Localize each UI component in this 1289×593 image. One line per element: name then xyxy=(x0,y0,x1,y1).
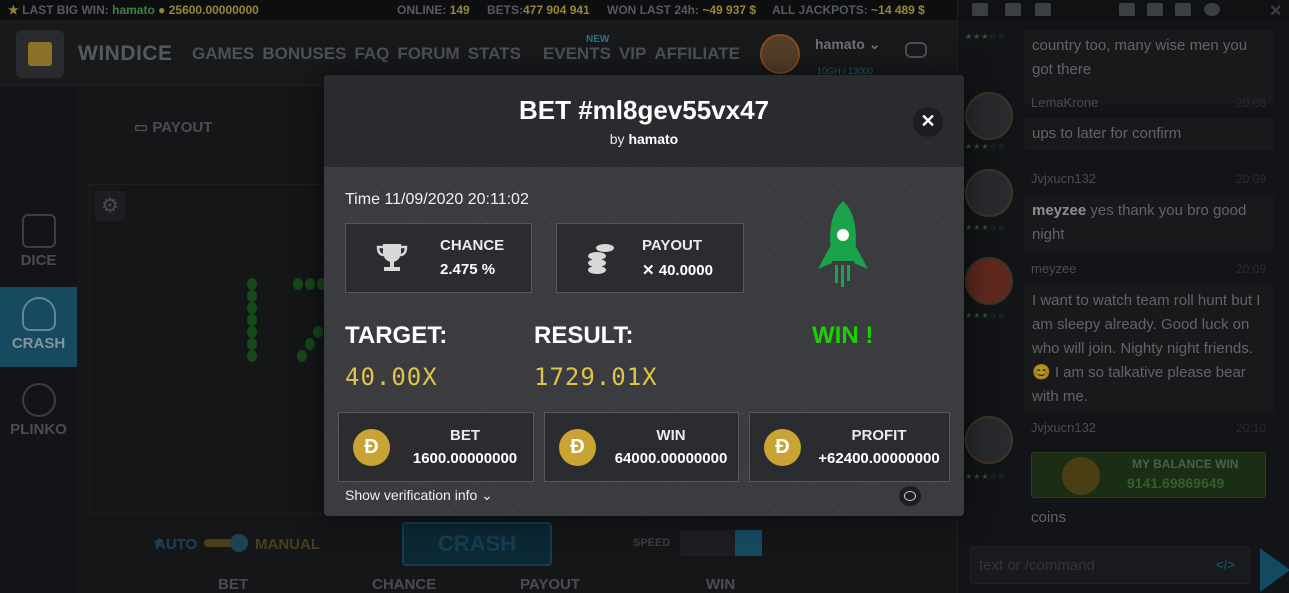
outcome-label: WIN ! xyxy=(812,322,874,349)
by-label: by xyxy=(609,131,625,147)
chance-box: CHANCE 2.475 % xyxy=(345,223,532,293)
payout-value: ✕ 40.0000 xyxy=(642,262,713,279)
bet-details-modal: BET #ml8gev55vx47 by hamato ✕ Time 11/09… xyxy=(324,75,964,516)
target-label: TARGET: xyxy=(345,322,448,349)
close-button[interactable]: ✕ xyxy=(913,107,943,137)
modal-title: BET #ml8gev55vx47 xyxy=(518,95,770,125)
payout-label: PAYOUT xyxy=(642,237,703,254)
chance-label: CHANCE xyxy=(440,237,505,254)
profit-amount-box: Đ PROFIT +62400.00000000 xyxy=(749,412,950,482)
profit-amount-label: PROFIT xyxy=(851,427,907,444)
bet-amount-label: BET xyxy=(450,427,480,444)
target-value: 40.00X xyxy=(345,363,438,391)
share-chat-icon[interactable] xyxy=(899,486,921,506)
trophy-icon xyxy=(376,244,408,271)
payout-box: PAYOUT ✕ 40.0000 xyxy=(556,223,744,293)
win-amount-value: 64000.00000000 xyxy=(614,450,728,467)
profit-amount-value: +62400.00000000 xyxy=(818,450,940,467)
dogecoin-icon: Đ xyxy=(353,429,390,466)
dogecoin-icon: Đ xyxy=(764,429,801,466)
dogecoin-icon: Đ xyxy=(559,429,596,466)
modal-subtitle: by hamato xyxy=(324,131,964,147)
result-value: 1729.01X xyxy=(534,363,658,391)
bet-time: Time 11/09/2020 20:11:02 xyxy=(345,191,529,208)
win-amount-box: Đ WIN 64000.00000000 xyxy=(544,412,739,482)
win-amount-label: WIN xyxy=(656,427,686,444)
result-label: RESULT: xyxy=(534,322,634,349)
show-verification-link[interactable]: Show verification info ⌄ xyxy=(345,487,493,504)
chance-value: 2.475 % xyxy=(440,261,496,278)
bet-owner[interactable]: hamato xyxy=(628,131,678,147)
bet-amount-value: 1600.00000000 xyxy=(412,450,518,467)
coins-stack-icon xyxy=(588,244,614,274)
rocket-icon xyxy=(818,201,868,287)
bet-amount-box: Đ BET 1600.00000000 xyxy=(338,412,534,482)
